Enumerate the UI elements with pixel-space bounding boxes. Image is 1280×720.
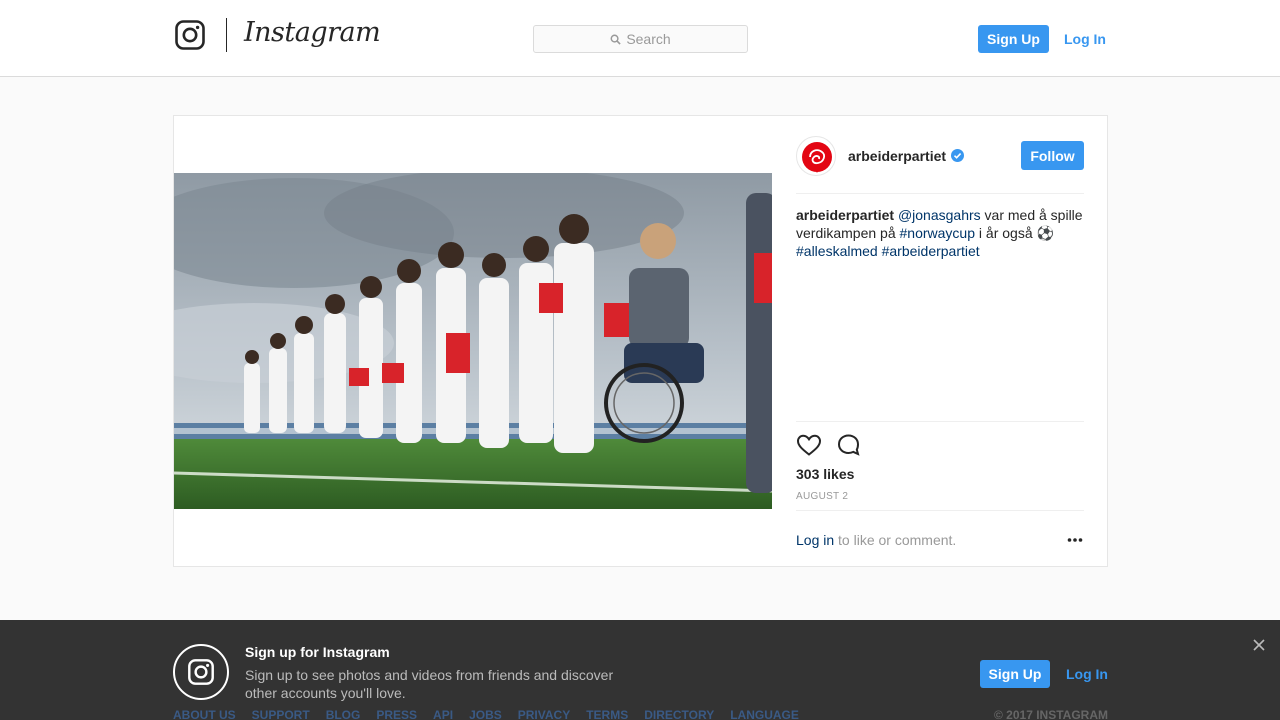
post-photo[interactable] xyxy=(174,173,772,509)
follow-button[interactable]: Follow xyxy=(1021,141,1084,170)
footer-link[interactable]: SUPPORT xyxy=(252,708,310,720)
caption-hashtag-link[interactable]: #norwaycup xyxy=(900,225,976,241)
instagram-camera-icon xyxy=(188,659,214,685)
caption-author[interactable]: arbeiderpartiet xyxy=(796,207,894,223)
arbeiderpartiet-rose-logo xyxy=(802,142,832,173)
caption-text: i år også ⚽ xyxy=(975,225,1054,241)
signup-banner: Sign up for Instagram Sign up to see pho… xyxy=(0,620,1280,720)
search-icon xyxy=(610,34,621,45)
instagram-wordmark[interactable]: Instagram xyxy=(244,17,381,48)
footer-link[interactable]: BLOG xyxy=(326,708,361,720)
footer-link[interactable]: API xyxy=(433,708,453,720)
post-photo-illustration xyxy=(174,173,772,509)
heart-icon[interactable] xyxy=(796,433,822,457)
logo-divider xyxy=(226,18,227,52)
close-icon[interactable] xyxy=(1251,637,1267,653)
likes-count[interactable]: 303 likes xyxy=(796,466,854,482)
search-placeholder: Search xyxy=(626,31,671,47)
verified-badge-icon xyxy=(951,149,964,162)
login-link[interactable]: Log In xyxy=(1060,25,1110,53)
banner-description: Sign up to see photos and videos from fr… xyxy=(245,667,614,701)
footer-link[interactable]: PRIVACY xyxy=(518,708,570,720)
login-prompt: Log in to like or comment. xyxy=(796,532,956,548)
footer-link[interactable]: ABOUT US xyxy=(173,708,236,720)
divider xyxy=(796,193,1084,194)
divider xyxy=(796,510,1084,511)
caption-hashtag-link[interactable]: #arbeiderpartiet xyxy=(882,243,980,259)
signup-button[interactable]: Sign Up xyxy=(978,25,1049,53)
footer-link[interactable]: LANGUAGE xyxy=(730,708,799,720)
search-input[interactable]: Search xyxy=(533,25,748,53)
post-sidebar: arbeiderpartiet Follow arbeiderpartiet @… xyxy=(772,116,1108,566)
banner-signup-button[interactable]: Sign Up xyxy=(980,660,1050,688)
comment-icon[interactable] xyxy=(836,433,862,457)
divider xyxy=(796,421,1084,422)
post-author-username[interactable]: arbeiderpartiet xyxy=(848,148,946,164)
caption-hashtag-link[interactable]: #alleskalmed xyxy=(796,243,878,259)
post-caption: arbeiderpartiet @jonasgahrs var med å sp… xyxy=(796,206,1088,260)
login-link[interactable]: Log in xyxy=(796,532,834,548)
caption-mention-link[interactable]: @jonasgahrs xyxy=(898,207,981,223)
banner-login-link[interactable]: Log In xyxy=(1066,666,1108,682)
avatar[interactable] xyxy=(796,136,836,176)
banner-title: Sign up for Instagram xyxy=(245,644,390,660)
login-prompt-text: to like or comment. xyxy=(834,532,957,548)
top-navigation-bar: Instagram Search Sign Up Log In xyxy=(0,0,1280,77)
footer-links: ABOUT US SUPPORT BLOG PRESS API JOBS PRI… xyxy=(173,708,799,720)
post-date[interactable]: AUGUST 2 xyxy=(796,491,848,502)
post-card: arbeiderpartiet Follow arbeiderpartiet @… xyxy=(173,115,1108,567)
more-options-icon[interactable] xyxy=(1065,530,1085,550)
footer-link[interactable]: DIRECTORY xyxy=(644,708,714,720)
copyright: © 2017 INSTAGRAM xyxy=(994,708,1108,720)
banner-logo xyxy=(173,644,229,700)
footer-link[interactable]: TERMS xyxy=(586,708,628,720)
instagram-camera-icon[interactable] xyxy=(175,20,205,50)
footer-link[interactable]: JOBS xyxy=(469,708,502,720)
footer-link[interactable]: PRESS xyxy=(376,708,417,720)
